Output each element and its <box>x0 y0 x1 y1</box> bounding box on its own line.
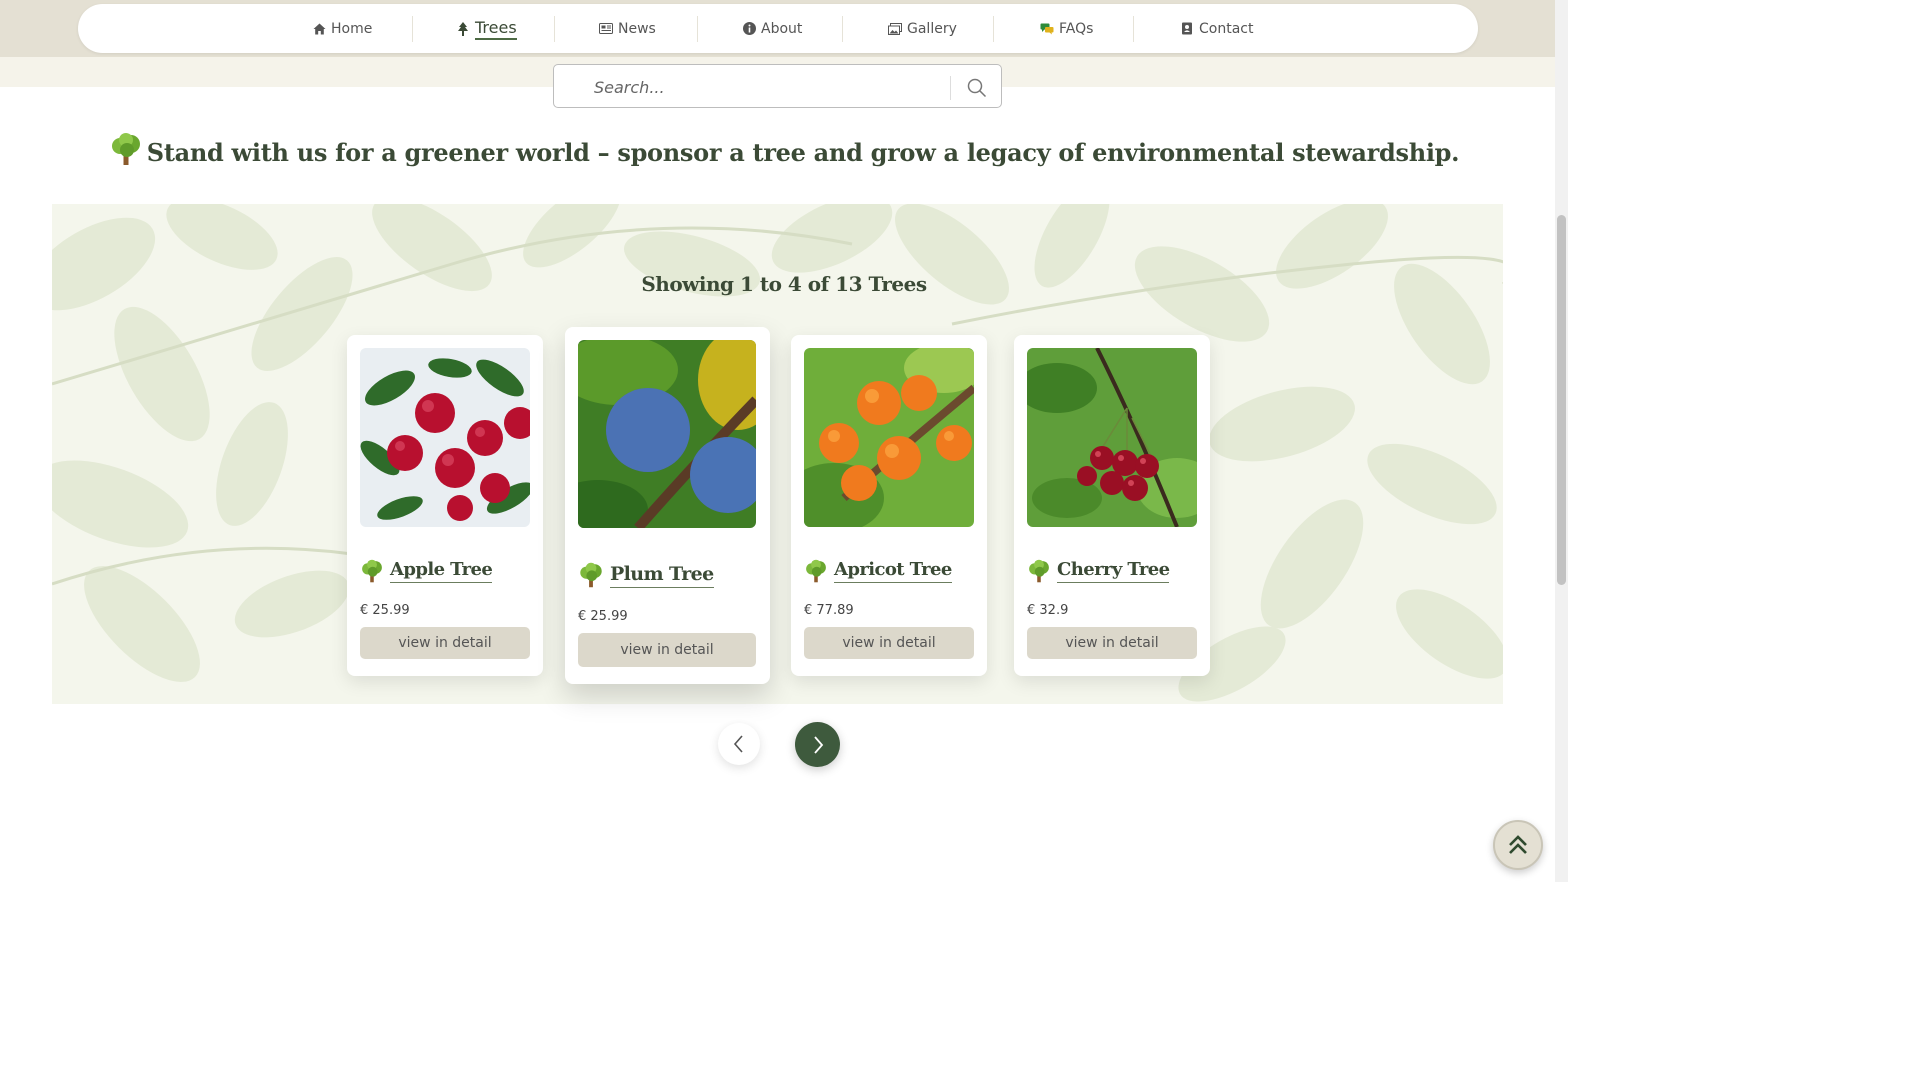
nav-divider <box>1133 16 1134 42</box>
cherry-photo[interactable] <box>1027 348 1197 527</box>
view-detail-button[interactable]: view in detail <box>1027 627 1197 659</box>
nav-divider <box>412 16 413 42</box>
scroll-to-top-button[interactable] <box>1493 820 1543 870</box>
card-price: € 32.9 <box>1027 603 1069 618</box>
card-title-row: Apple Tree <box>360 559 493 583</box>
card-title-row: Cherry Tree <box>1027 559 1170 583</box>
nav-faqs-label: FAQs <box>1059 20 1094 37</box>
card-price: € 25.99 <box>360 603 410 618</box>
tree-emoji-icon <box>580 562 602 588</box>
nav-trees-label: Trees <box>475 18 517 40</box>
card-title-row: Plum Tree <box>578 562 714 588</box>
nav-contact-label: Contact <box>1199 20 1254 37</box>
nav-divider <box>697 16 698 42</box>
nav-divider <box>993 16 994 42</box>
tree-emoji-icon <box>109 132 143 172</box>
view-detail-button[interactable]: view in detail <box>578 633 756 667</box>
card-price: € 25.99 <box>578 609 628 624</box>
view-detail-button[interactable]: view in detail <box>804 627 974 659</box>
search-bar <box>553 64 1002 108</box>
newspaper-icon <box>599 22 613 36</box>
previous-page-button[interactable] <box>718 723 760 765</box>
nav-contact[interactable]: Contact <box>1180 4 1253 53</box>
images-icon <box>888 22 902 36</box>
apricot-photo[interactable] <box>804 348 974 527</box>
tree-emoji-icon <box>362 559 382 583</box>
chevron-right-icon <box>813 735 823 754</box>
card-price: € 77.89 <box>804 603 854 618</box>
nav-trees[interactable]: Trees <box>456 4 517 53</box>
apple-photo[interactable] <box>360 348 530 527</box>
nav-about[interactable]: About <box>742 4 802 53</box>
nav-divider <box>554 16 555 42</box>
tree-card: Apple Tree € 25.99 view in detail <box>347 335 543 676</box>
tree-card: Cherry Tree € 32.9 view in detail <box>1014 335 1210 676</box>
nav-home-label: Home <box>331 20 373 37</box>
scrollbar-thumb[interactable] <box>1557 215 1566 585</box>
nav-news-label: News <box>618 20 656 37</box>
address-book-icon <box>1180 22 1194 36</box>
nav-news[interactable]: News <box>599 4 656 53</box>
home-icon <box>312 22 326 36</box>
nav-divider <box>842 16 843 42</box>
tree-card: Plum Tree € 25.99 view in detail <box>565 327 770 684</box>
card-title-row: Apricot Tree <box>804 559 952 583</box>
main-navbar: Home Trees News About Gallery FAQs Conta… <box>78 4 1478 53</box>
search-icon <box>967 78 987 98</box>
next-page-button[interactable] <box>795 722 840 767</box>
info-icon <box>742 22 756 36</box>
nav-gallery-label: Gallery <box>907 20 957 37</box>
card-title[interactable]: Cherry Tree <box>1057 559 1170 583</box>
search-divider <box>950 76 951 100</box>
nav-about-label: About <box>761 20 803 37</box>
view-detail-button[interactable]: view in detail <box>360 627 530 659</box>
search-button[interactable] <box>960 73 994 103</box>
nav-gallery[interactable]: Gallery <box>888 4 957 53</box>
plum-photo[interactable] <box>578 340 756 528</box>
page-tagline: Stand with us for a greener world – spon… <box>0 132 1568 172</box>
card-title[interactable]: Plum Tree <box>610 563 714 588</box>
nav-faqs[interactable]: FAQs <box>1040 4 1093 53</box>
card-title[interactable]: Apricot Tree <box>834 559 952 583</box>
double-chevron-up-icon <box>1509 835 1527 854</box>
tree-emoji-icon <box>806 559 826 583</box>
tree-icon <box>456 21 470 36</box>
chevron-left-icon <box>733 735 743 753</box>
tree-card: Apricot Tree € 77.89 view in detail <box>791 335 987 676</box>
comments-icon <box>1040 22 1054 36</box>
tree-emoji-icon <box>1029 559 1049 583</box>
nav-home[interactable]: Home <box>312 4 372 53</box>
tagline-text: Stand with us for a greener world – spon… <box>146 138 1460 167</box>
card-title[interactable]: Apple Tree <box>390 559 493 583</box>
results-count: Showing 1 to 4 of 13 Trees <box>641 272 927 296</box>
search-input[interactable] <box>566 71 966 103</box>
